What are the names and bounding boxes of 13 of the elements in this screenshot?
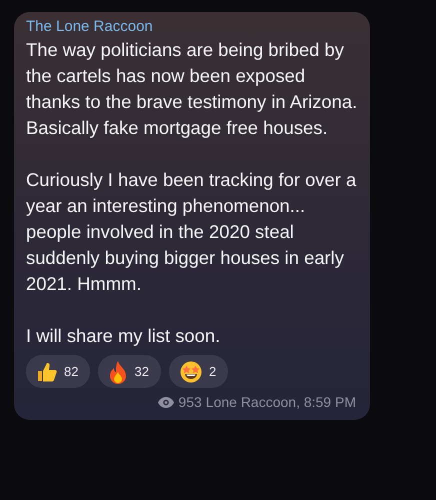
flame-icon bbox=[108, 360, 128, 384]
reaction-button[interactable]: 2 bbox=[168, 355, 228, 388]
thumbs-up-icon bbox=[36, 360, 58, 382]
star-eyes-face-icon bbox=[178, 360, 203, 384]
view-count: 953 bbox=[178, 394, 202, 410]
author-and-time: Lone Raccoon, 8:59 PM bbox=[206, 394, 356, 410]
message-paragraph: I will share my list soon. bbox=[26, 324, 222, 348]
eye-icon bbox=[158, 396, 174, 408]
reaction-button[interactable]: 82 bbox=[26, 355, 90, 388]
message-paragraph: The way politicians are being bribed by the cartels has now been exposed thanks to the brave testimony in Arizona. Basically fake mortgage free houses. bbox=[26, 38, 358, 140]
reaction-button[interactable]: 32 bbox=[98, 355, 161, 388]
sender-name: The Lone Raccoon bbox=[26, 17, 154, 37]
message-paragraph: Curiously I have been tracking for over a year an interesting phenomenon... people involved in the 2020 steal suddenly buying bigger houses in early 2021. Hmmm. bbox=[26, 168, 358, 296]
